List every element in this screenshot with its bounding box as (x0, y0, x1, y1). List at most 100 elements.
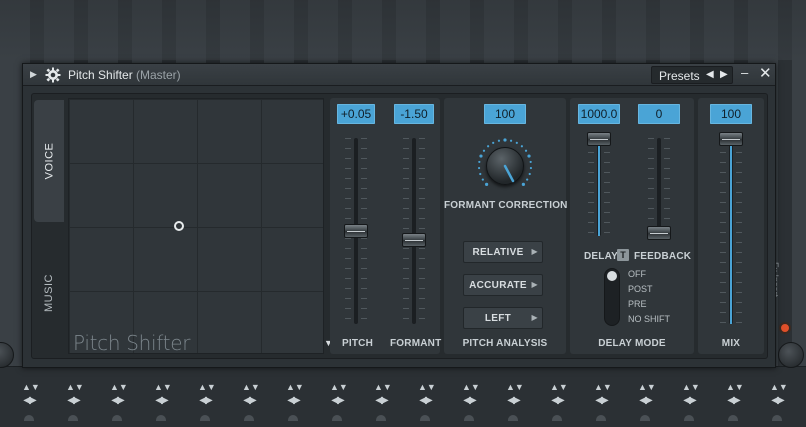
up-down-arrows-icon[interactable]: ▲▼ (462, 381, 480, 395)
up-down-arrows-icon[interactable]: ▲▼ (110, 381, 128, 395)
delay-mode-option-no-shift[interactable]: NO SHIFT (628, 314, 670, 324)
pitch-value[interactable]: +0.05 (337, 104, 375, 124)
mix-value[interactable]: 100 (710, 104, 752, 124)
up-down-arrows-icon[interactable]: ▲▼ (770, 381, 788, 395)
left-right-arrows-icon[interactable]: ◀▶ (638, 395, 652, 409)
tab-voice[interactable]: VOICE (34, 100, 64, 222)
left-right-arrows-icon[interactable]: ◀▶ (374, 395, 388, 409)
up-down-arrows-icon[interactable]: ▲▼ (22, 381, 40, 395)
channel-knob-icon[interactable] (552, 415, 562, 421)
left-right-arrows-icon[interactable]: ◀▶ (242, 395, 256, 409)
up-down-arrows-icon[interactable]: ▲▼ (66, 381, 84, 395)
presets-button[interactable]: Presets (659, 69, 700, 83)
left-right-arrows-icon[interactable]: ◀▶ (418, 395, 432, 409)
mixer-channel-control[interactable]: ▲▼ ◀▶ (110, 381, 128, 427)
up-down-arrows-icon[interactable]: ▲▼ (154, 381, 172, 395)
presets-selector[interactable]: Presets ◀ ▶ (651, 66, 733, 84)
mixer-channel-control[interactable]: ▲▼ ◀▶ (198, 381, 216, 427)
delay-value[interactable]: 1000.0 (578, 104, 620, 124)
channel-knob-icon[interactable] (288, 415, 298, 421)
mixer-channel-control[interactable]: ▲▼ ◀▶ (594, 381, 612, 427)
right-channel-knob[interactable] (778, 342, 804, 368)
channel-knob-icon[interactable] (244, 415, 254, 421)
analysis-channel-button[interactable]: LEFT ▶ (463, 307, 543, 329)
channel-knob-icon[interactable] (772, 415, 782, 421)
left-right-arrows-icon[interactable]: ◀▶ (110, 395, 124, 409)
up-down-arrows-icon[interactable]: ▲▼ (286, 381, 304, 395)
channel-knob-icon[interactable] (200, 415, 210, 421)
delay-tempo-toggle[interactable]: T (617, 249, 629, 261)
feedback-slider[interactable] (644, 138, 674, 240)
up-down-arrows-icon[interactable]: ▲▼ (242, 381, 260, 395)
channel-knob-icon[interactable] (728, 415, 738, 421)
mixer-channel-control[interactable]: ▲▼ ◀▶ (682, 381, 700, 427)
formant-correction-knob[interactable] (475, 136, 535, 196)
mixer-channel-control[interactable]: ▲▼ ◀▶ (418, 381, 436, 427)
mixer-channel-control[interactable]: ▲▼ ◀▶ (154, 381, 172, 427)
preset-next-icon[interactable]: ▶ (720, 69, 728, 80)
delay-mode-switch[interactable] (604, 268, 620, 326)
left-right-arrows-icon[interactable]: ◀▶ (198, 395, 212, 409)
delay-mode-switch-knob[interactable] (607, 271, 617, 281)
up-down-arrows-icon[interactable]: ▲▼ (550, 381, 568, 395)
up-down-arrows-icon[interactable]: ▲▼ (330, 381, 348, 395)
channel-knob-icon[interactable] (68, 415, 78, 421)
left-right-arrows-icon[interactable]: ◀▶ (726, 395, 740, 409)
xy-pad[interactable]: Pitch Shifter (68, 98, 324, 355)
up-down-arrows-icon[interactable]: ▲▼ (374, 381, 392, 395)
delay-mode-option-off[interactable]: OFF (628, 269, 646, 279)
mix-slider[interactable] (716, 132, 746, 324)
channel-knob-icon[interactable] (508, 415, 518, 421)
gear-icon[interactable] (45, 67, 61, 83)
title-bar[interactable]: ▶ Pitch Shifter (Master) Presets ◀ ▶ – ✕ (23, 64, 775, 86)
mixer-channel-control[interactable]: ▲▼ ◀▶ (462, 381, 480, 427)
mixer-channel-control[interactable]: ▲▼ ◀▶ (506, 381, 524, 427)
channel-knob-icon[interactable] (684, 415, 694, 421)
close-button[interactable]: ✕ (759, 66, 772, 82)
channel-knob-icon[interactable] (596, 415, 606, 421)
mixer-channel-control[interactable]: ▲▼ ◀▶ (330, 381, 348, 427)
pitch-slider[interactable] (341, 138, 371, 324)
left-right-arrows-icon[interactable]: ◀▶ (286, 395, 300, 409)
left-right-arrows-icon[interactable]: ◀▶ (462, 395, 476, 409)
pitch-slider-handle[interactable] (344, 224, 368, 238)
left-right-arrows-icon[interactable]: ◀▶ (594, 395, 608, 409)
up-down-arrows-icon[interactable]: ▲▼ (506, 381, 524, 395)
channel-knob-icon[interactable] (332, 415, 342, 421)
delay-mode-option-post[interactable]: POST (628, 284, 653, 294)
channel-knob-icon[interactable] (464, 415, 474, 421)
feedback-value[interactable]: 0 (638, 104, 680, 124)
up-down-arrows-icon[interactable]: ▲▼ (726, 381, 744, 395)
left-right-arrows-icon[interactable]: ◀▶ (22, 395, 36, 409)
formant-slider-handle[interactable] (402, 233, 426, 247)
mixer-channel-control[interactable]: ▲▼ ◀▶ (726, 381, 744, 427)
up-down-arrows-icon[interactable]: ▲▼ (638, 381, 656, 395)
left-right-arrows-icon[interactable]: ◀▶ (506, 395, 520, 409)
record-indicator-icon[interactable] (779, 322, 791, 334)
formant-correction-value[interactable]: 100 (484, 104, 526, 124)
mixer-channel-control[interactable]: ▲▼ ◀▶ (242, 381, 260, 427)
left-right-arrows-icon[interactable]: ◀▶ (770, 395, 784, 409)
up-down-arrows-icon[interactable]: ▲▼ (594, 381, 612, 395)
mixer-channel-control[interactable]: ▲▼ ◀▶ (286, 381, 304, 427)
left-right-arrows-icon[interactable]: ◀▶ (66, 395, 80, 409)
channel-knob-icon[interactable] (376, 415, 386, 421)
channel-knob-icon[interactable] (640, 415, 650, 421)
channel-knob-icon[interactable] (112, 415, 122, 421)
minimize-button[interactable]: – (741, 65, 748, 80)
mixer-channel-control[interactable]: ▲▼ ◀▶ (638, 381, 656, 427)
mixer-channel-control[interactable]: ▲▼ ◀▶ (374, 381, 392, 427)
left-right-arrows-icon[interactable]: ◀▶ (330, 395, 344, 409)
formant-slider[interactable] (399, 138, 429, 324)
up-down-arrows-icon[interactable]: ▲▼ (682, 381, 700, 395)
delay-slider[interactable] (584, 132, 614, 236)
feedback-slider-handle[interactable] (647, 226, 671, 240)
xy-handle[interactable] (174, 221, 184, 231)
mixer-channel-control[interactable]: ▲▼ ◀▶ (22, 381, 40, 427)
tab-music[interactable]: MUSIC (34, 232, 64, 354)
window-menu-arrow-icon[interactable]: ▶ (30, 69, 37, 80)
left-right-arrows-icon[interactable]: ◀▶ (550, 395, 564, 409)
left-right-arrows-icon[interactable]: ◀▶ (682, 395, 696, 409)
mixer-channel-control[interactable]: ▲▼ ◀▶ (550, 381, 568, 427)
up-down-arrows-icon[interactable]: ▲▼ (198, 381, 216, 395)
